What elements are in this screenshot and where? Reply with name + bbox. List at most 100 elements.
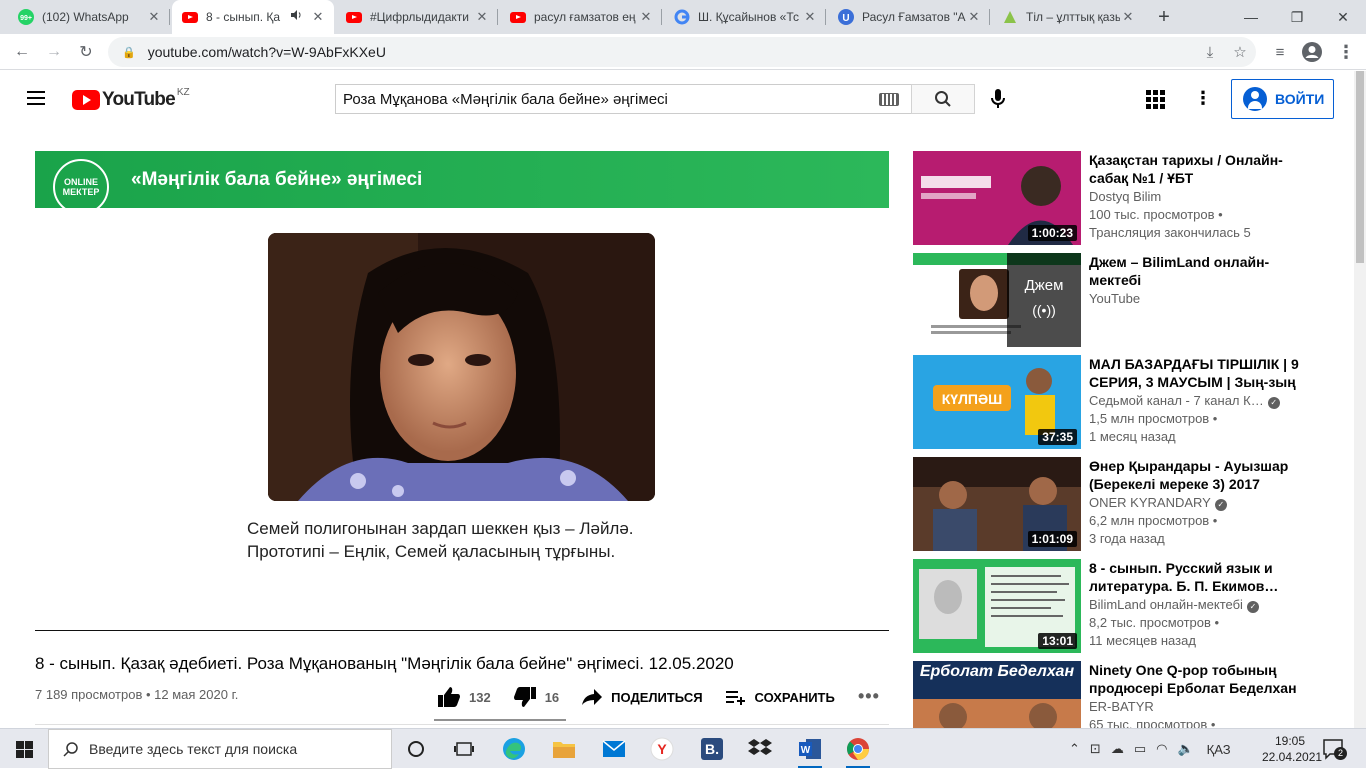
- related-title[interactable]: Джем – BilimLand онлайн-мектебі: [1089, 253, 1299, 289]
- close-icon[interactable]: ✕: [638, 9, 654, 25]
- media-control-icon[interactable]: ≡: [1266, 38, 1294, 66]
- apps-grid-icon[interactable]: [1144, 88, 1166, 110]
- keyboard-icon[interactable]: [879, 93, 899, 106]
- dislike-button[interactable]: 16: [513, 686, 559, 708]
- video-thumbnail[interactable]: 1:01:09: [913, 457, 1081, 551]
- back-arrow-icon[interactable]: ←: [8, 38, 36, 66]
- mail-icon[interactable]: [594, 733, 634, 765]
- close-icon[interactable]: ✕: [474, 9, 490, 25]
- svg-text:Y: Y: [657, 741, 667, 757]
- search-input[interactable]: [343, 90, 863, 108]
- related-title[interactable]: МАЛ БАЗАРДАҒЫ ТІРШІЛІК | 9 СЕРИЯ, 3 МАУС…: [1089, 355, 1299, 391]
- signin-button[interactable]: ВОЙТИ: [1231, 79, 1334, 119]
- video-thumbnail[interactable]: 1:00:23: [913, 151, 1081, 245]
- channel-name[interactable]: ER-BATYR: [1089, 699, 1309, 714]
- search-field[interactable]: [335, 84, 911, 114]
- browser-menu-icon[interactable]: ⋮: [1332, 38, 1360, 66]
- wifi-icon[interactable]: ◠: [1156, 741, 1167, 757]
- channel-name[interactable]: BilimLand онлайн-мектебі ✓: [1089, 597, 1309, 613]
- yandex-icon[interactable]: Y: [642, 733, 682, 765]
- svg-text:КҮЛПӘШ: КҮЛПӘШ: [942, 391, 1002, 407]
- microphone-icon[interactable]: [985, 86, 1011, 112]
- page-scrollbar[interactable]: [1354, 71, 1366, 728]
- tab-whatsapp[interactable]: 99+ (102) WhatsApp ✕: [8, 0, 170, 34]
- profile-icon[interactable]: [1298, 38, 1326, 66]
- forward-arrow-icon[interactable]: →: [40, 38, 68, 66]
- tab-u-site[interactable]: U Расул Ғамзатов "А ✕: [828, 0, 990, 34]
- close-icon[interactable]: ✕: [146, 9, 162, 25]
- close-icon[interactable]: ✕: [310, 9, 326, 25]
- tab-active-video[interactable]: 8 - сынып. Қа ✕: [172, 0, 334, 34]
- video-title: 8 - сынып. Қазақ әдебиеті. Роза Мұқанова…: [35, 654, 734, 673]
- related-title[interactable]: Қазақстан тарихы / Онлайн-сабақ №1 / ҰБТ: [1089, 151, 1299, 187]
- share-button[interactable]: ПОДЕЛИТЬСЯ: [581, 688, 703, 706]
- related-title[interactable]: Ninety One Q-pop тобының продюсері Ербол…: [1089, 661, 1299, 697]
- playlist-add-icon: [725, 691, 745, 705]
- search-button[interactable]: [911, 84, 975, 114]
- minimize-icon[interactable]: —: [1228, 0, 1274, 34]
- tab-youtube-2[interactable]: #Цифрлыдидакти ✕: [336, 0, 498, 34]
- speaker-icon[interactable]: [288, 9, 304, 25]
- close-icon[interactable]: ✕: [802, 9, 818, 25]
- file-explorer-icon[interactable]: [544, 733, 584, 765]
- word-icon[interactable]: W: [790, 733, 830, 768]
- system-tray: ⌃ ⊡ ☁ ▭ ◠ 🔈 ҚАЗ: [1064, 729, 1236, 769]
- restore-icon[interactable]: ❐: [1274, 0, 1320, 34]
- notification-center-icon[interactable]: 2: [1322, 738, 1347, 760]
- video-thumbnail[interactable]: Джем ((•)): [913, 253, 1081, 347]
- task-view-icon[interactable]: [444, 733, 484, 765]
- windows-start-icon[interactable]: [0, 729, 48, 769]
- bookmark-star-icon[interactable]: ☆: [1226, 38, 1254, 66]
- hamburger-menu-icon[interactable]: [24, 87, 48, 111]
- like-button[interactable]: 132: [437, 686, 491, 708]
- related-video[interactable]: 1:01:09 Өнер Қырандары - Ауызшар (Береке…: [913, 457, 1343, 551]
- tab-site[interactable]: Тіл – ұлттық қазы ✕: [992, 0, 1144, 34]
- chrome-icon[interactable]: [838, 733, 878, 768]
- tab-title: Расул Ғамзатов "А: [862, 10, 966, 24]
- related-video[interactable]: Джем ((•)) Джем – BilimLand онлайн-мекте…: [913, 253, 1343, 347]
- related-video[interactable]: 1:00:23 Қазақстан тарихы / Онлайн-сабақ …: [913, 151, 1343, 245]
- video-player[interactable]: ONLINE МЕКТЕР «Мәңгілік бала бейне» әңгі…: [35, 151, 889, 631]
- dropbox-icon[interactable]: [740, 733, 780, 765]
- related-video[interactable]: КҮЛПӘШ 37:35 МАЛ БАЗАРДАҒЫ ТІРШІЛІК | 9 …: [913, 355, 1343, 449]
- scrollbar-thumb[interactable]: [1356, 71, 1364, 263]
- edge-icon[interactable]: [494, 733, 534, 765]
- related-video[interactable]: 13:01 8 - сынып. Русский язык и литерату…: [913, 559, 1343, 653]
- youtube-logo[interactable]: YouTube KZ: [72, 87, 190, 111]
- like-ratio-fill: [434, 719, 552, 721]
- channel-name[interactable]: Dostyq Bilim: [1089, 189, 1309, 204]
- channel-name[interactable]: ONER KYRANDARY ✓: [1089, 495, 1309, 511]
- close-icon[interactable]: ✕: [1120, 9, 1136, 25]
- system-clock[interactable]: 19:05 22.04.2021: [1262, 733, 1322, 765]
- chevron-up-icon[interactable]: ⌃: [1069, 741, 1080, 757]
- video-thumbnail[interactable]: 13:01: [913, 559, 1081, 653]
- install-icon[interactable]: ⤓: [1196, 38, 1224, 66]
- new-tab-icon[interactable]: +: [1150, 0, 1178, 34]
- lock-icon: 🔒: [122, 46, 136, 59]
- tab-youtube-3[interactable]: расул ғамзатов ең ✕: [500, 0, 662, 34]
- more-actions-icon[interactable]: •••: [858, 686, 880, 707]
- taskbar-search[interactable]: Введите здесь текст для поиска: [48, 729, 392, 769]
- more-options-icon[interactable]: ⋮: [1194, 87, 1212, 111]
- battery-icon[interactable]: ▭: [1134, 741, 1146, 757]
- address-bar[interactable]: 🔒 youtube.com/watch?v=W-9AbFxKXeU: [108, 37, 1256, 67]
- video-thumbnail[interactable]: Ерболат Беделхан: [913, 661, 1081, 728]
- reload-icon[interactable]: ↻: [72, 38, 100, 66]
- windows-taskbar: Введите здесь текст для поиска Y B. W ⌃ …: [0, 728, 1366, 769]
- cortana-icon[interactable]: [396, 733, 436, 765]
- close-icon[interactable]: ✕: [966, 9, 982, 25]
- b-app-icon[interactable]: B.: [692, 733, 732, 765]
- security-icon[interactable]: ⊡: [1090, 741, 1101, 757]
- related-video[interactable]: Ерболат Беделхан Ninety One Q-pop тобыны…: [913, 661, 1343, 728]
- tab-google[interactable]: Ш. Құсайынов «Тс ✕: [664, 0, 826, 34]
- language-indicator[interactable]: ҚАЗ: [1207, 742, 1231, 757]
- related-title[interactable]: Өнер Қырандары - Ауызшар (Берекелі мерек…: [1089, 457, 1299, 493]
- video-thumbnail[interactable]: КҮЛПӘШ 37:35: [913, 355, 1081, 449]
- channel-name[interactable]: YouTube: [1089, 291, 1309, 306]
- window-close-icon[interactable]: ✕: [1320, 0, 1366, 34]
- related-title[interactable]: 8 - сынып. Русский язык и литература. Б.…: [1089, 559, 1299, 595]
- channel-name[interactable]: Седьмой канал - 7 канал К… ✓: [1089, 393, 1309, 409]
- volume-icon[interactable]: 🔈: [1177, 741, 1193, 757]
- cloud-icon[interactable]: ☁: [1111, 741, 1124, 757]
- save-button[interactable]: СОХРАНИТЬ: [725, 688, 835, 706]
